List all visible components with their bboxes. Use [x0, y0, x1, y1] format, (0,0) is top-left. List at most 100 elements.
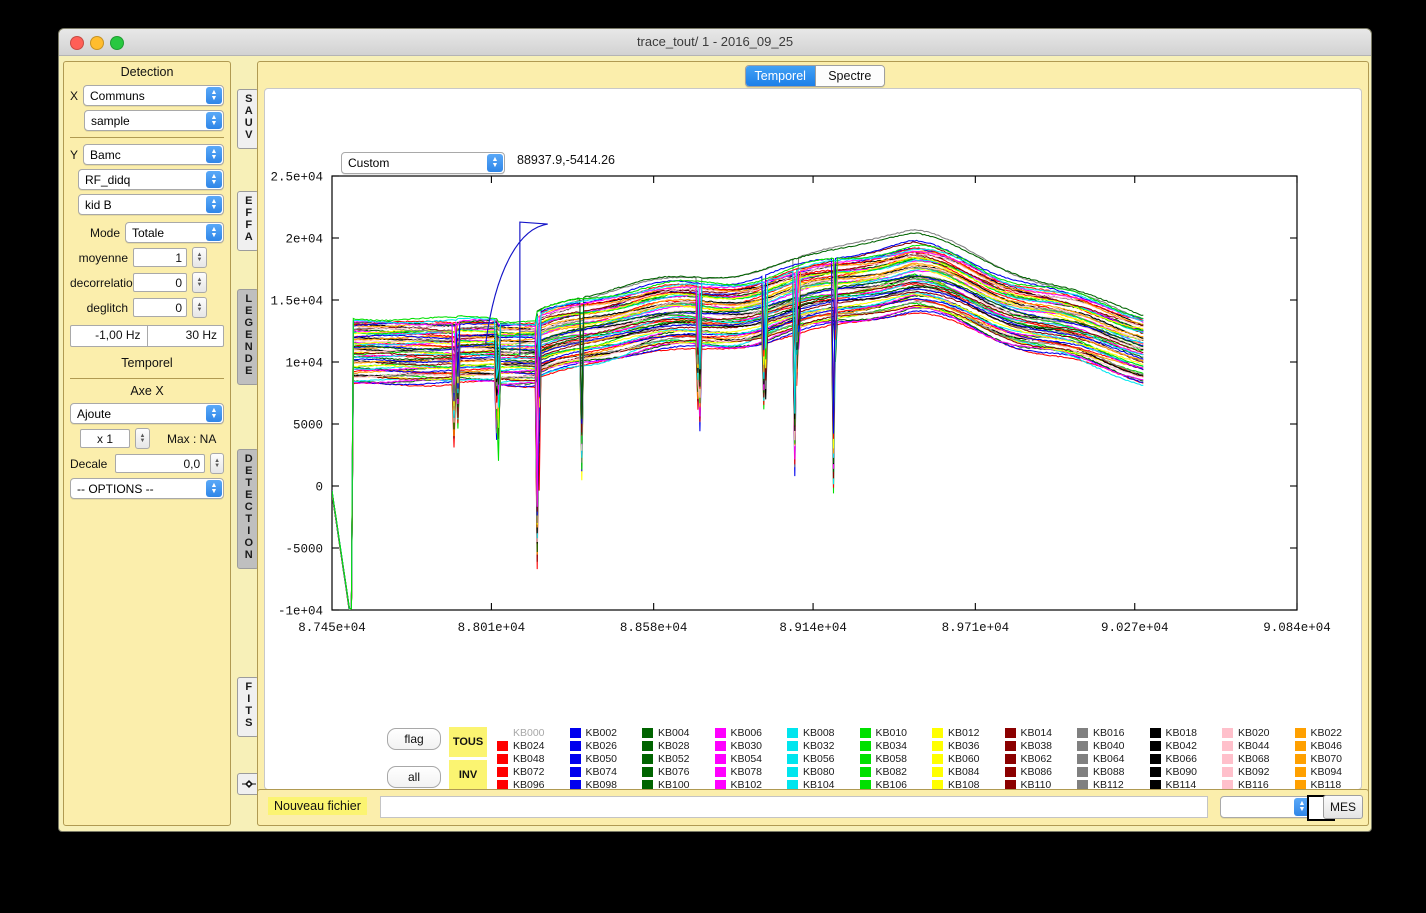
legend-item[interactable]: KB068 [1222, 753, 1294, 765]
legend-color-swatch [1222, 754, 1233, 764]
legend-item[interactable]: KB048 [497, 753, 569, 765]
legend-color-swatch [787, 728, 798, 738]
multiplier-stepper[interactable]: ▲▼ [135, 428, 150, 449]
options-select[interactable]: -- OPTIONS -- ▲▼ [70, 478, 224, 499]
legend-item[interactable]: KB058 [860, 753, 932, 765]
legend-item[interactable]: KB050 [570, 753, 642, 765]
legend-item[interactable]: KB014 [1005, 727, 1077, 739]
x-source-select[interactable]: Communs ▲▼ [83, 85, 224, 106]
moyenne-input[interactable]: 1 [133, 248, 187, 267]
tab-temporel[interactable]: Temporel [746, 66, 815, 86]
flag-button[interactable]: flag [387, 728, 441, 750]
vtab-legende[interactable]: LEGENDE [237, 289, 259, 385]
legend-color-swatch [1295, 754, 1306, 764]
legend-item[interactable]: KB052 [642, 753, 714, 765]
legend-item[interactable]: KB030 [715, 740, 787, 752]
legend-item[interactable]: KB040 [1077, 740, 1149, 752]
legend-color-swatch [1295, 767, 1306, 777]
legend-item[interactable]: KB016 [1077, 727, 1149, 739]
x-field-select[interactable]: sample ▲▼ [84, 110, 224, 131]
freq-high-input[interactable]: 30 Hz [148, 326, 224, 346]
legend-color-swatch [1222, 728, 1233, 738]
x-axis-tick-label: 8.745e+04 [298, 621, 366, 635]
legend-item[interactable]: KB092 [1222, 766, 1294, 778]
legend-item[interactable]: KB064 [1077, 753, 1149, 765]
legend-item[interactable]: KB000 [497, 727, 569, 739]
legend-item[interactable]: KB032 [787, 740, 859, 752]
legend-item[interactable]: KB022 [1295, 727, 1367, 739]
all-button[interactable]: all [387, 766, 441, 788]
legend-item[interactable]: KB038 [1005, 740, 1077, 752]
tab-spectre[interactable]: Spectre [815, 66, 885, 86]
legend-item[interactable]: KB006 [715, 727, 787, 739]
legend-item[interactable]: KB056 [787, 753, 859, 765]
legend-item[interactable]: KB070 [1295, 753, 1367, 765]
legend-item[interactable]: KB072 [497, 766, 569, 778]
mes-button[interactable]: MES [1323, 795, 1363, 819]
vtab-fits[interactable]: FITS [237, 677, 259, 737]
legend-item[interactable]: KB034 [860, 740, 932, 752]
legend-color-swatch [1005, 728, 1016, 738]
mode-select[interactable]: Totale ▲▼ [125, 222, 224, 243]
legend-item[interactable]: KB004 [642, 727, 714, 739]
chart-canvas[interactable]: 2.5e+042e+041.5e+041e+0450000-5000-1e+04… [265, 89, 1361, 789]
legend-item[interactable]: KB042 [1150, 740, 1222, 752]
decale-stepper[interactable]: ▲▼ [210, 453, 224, 474]
legend-color-swatch [642, 754, 653, 764]
legend-item[interactable]: KB010 [860, 727, 932, 739]
y-kid-select[interactable]: kid B ▲▼ [78, 194, 224, 215]
legend-item[interactable]: KB020 [1222, 727, 1294, 739]
decale-input[interactable]: 0,0 [115, 454, 205, 473]
legend-item[interactable]: KB066 [1150, 753, 1222, 765]
max-label: Max : NA [167, 432, 216, 446]
decorrelation-stepper[interactable]: ▲▼ [192, 272, 207, 293]
legend-color-swatch [932, 754, 943, 764]
legend-item[interactable]: KB074 [570, 766, 642, 778]
legend-item-label: KB040 [1093, 740, 1125, 752]
legend-item[interactable]: KB090 [1150, 766, 1222, 778]
vtab-detection[interactable]: DETECTION [237, 449, 259, 569]
legend-item[interactable]: KB018 [1150, 727, 1222, 739]
legend-item[interactable]: KB076 [642, 766, 714, 778]
deglitch-stepper[interactable]: ▲▼ [192, 297, 207, 318]
legend-item[interactable]: KB078 [715, 766, 787, 778]
decorrelation-input[interactable]: 0 [133, 273, 187, 292]
legend-item[interactable]: KB086 [1005, 766, 1077, 778]
deglitch-input[interactable]: 0 [133, 298, 187, 317]
legend-item-label: KB086 [1021, 766, 1053, 778]
legend-item[interactable]: KB024 [497, 740, 569, 752]
moyenne-stepper[interactable]: ▲▼ [192, 247, 207, 268]
legend-item[interactable]: KB026 [570, 740, 642, 752]
legend-item[interactable]: KB046 [1295, 740, 1367, 752]
legend-color-swatch [570, 754, 581, 764]
measure-select[interactable]: ▲▼ [1220, 796, 1312, 818]
legend-item[interactable]: KB054 [715, 753, 787, 765]
vtab-effa[interactable]: EFFA [237, 191, 259, 251]
file-path-field[interactable] [380, 796, 1208, 818]
tous-button[interactable]: TOUS [449, 727, 487, 757]
legend-item[interactable]: KB008 [787, 727, 859, 739]
legend-item[interactable]: KB002 [570, 727, 642, 739]
legend-item[interactable]: KB088 [1077, 766, 1149, 778]
freq-low-input[interactable]: -1,00 Hz [71, 326, 148, 346]
vtab-sauv[interactable]: SAUV [237, 89, 259, 149]
legend-item[interactable]: KB084 [932, 766, 1004, 778]
legend-item-label: KB078 [731, 766, 763, 778]
legend-item[interactable]: KB012 [932, 727, 1004, 739]
legend-color-swatch [715, 754, 726, 764]
legend-item[interactable]: KB044 [1222, 740, 1294, 752]
legend-item[interactable]: KB028 [642, 740, 714, 752]
legend-item[interactable]: KB060 [932, 753, 1004, 765]
legend-item[interactable]: KB036 [932, 740, 1004, 752]
legend-item[interactable]: KB080 [787, 766, 859, 778]
inv-button[interactable]: INV [449, 760, 487, 790]
legend-color-swatch [860, 741, 871, 751]
y-field-select[interactable]: RF_didq ▲▼ [78, 169, 224, 190]
legend-item[interactable]: KB094 [1295, 766, 1367, 778]
legend-item[interactable]: KB082 [860, 766, 932, 778]
multiplier-input[interactable]: x 1 [80, 429, 130, 448]
legend-item[interactable]: KB062 [1005, 753, 1077, 765]
axe-x-select[interactable]: Ajoute ▲▼ [70, 403, 224, 424]
y-axis-tick-label: 2e+04 [285, 233, 323, 247]
y-source-select[interactable]: Bamc ▲▼ [83, 144, 224, 165]
